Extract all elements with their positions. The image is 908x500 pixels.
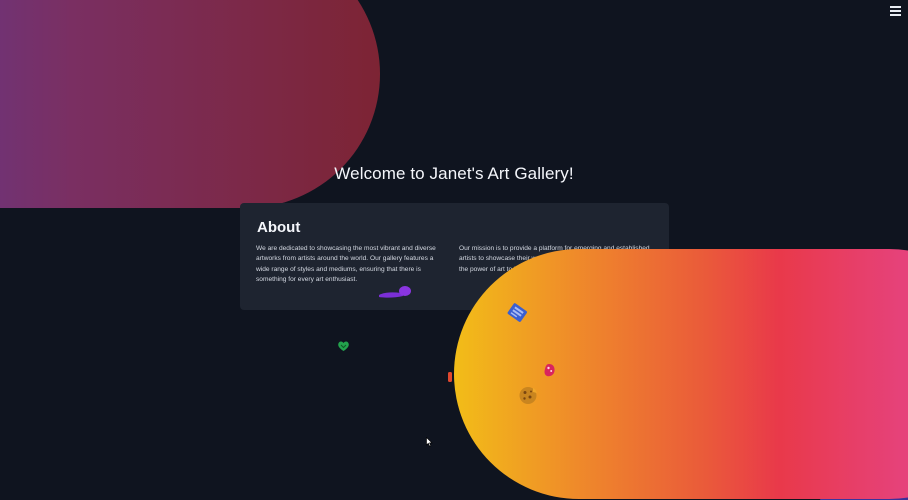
palette-icon [544,364,555,377]
cookie-icon [519,387,537,404]
menu-line [890,10,901,12]
hamburger-menu-icon[interactable] [889,5,902,17]
heart-icon [338,341,349,351]
menu-line [890,14,901,16]
decorative-gradient-blob-bottom [454,249,908,499]
about-paragraph-1: We are dedicated to showcasing the most … [256,245,436,283]
about-heading: About [257,219,301,236]
page-canvas: Welcome to Janet's Art Gallery! About We… [0,0,908,500]
paintbrush-icon [379,286,411,298]
cursor-icon [426,437,433,447]
menu-line [890,6,901,8]
book-icon [507,303,527,322]
paint-tube-icon [448,372,452,382]
page-title: Welcome to Janet's Art Gallery! [334,164,574,183]
